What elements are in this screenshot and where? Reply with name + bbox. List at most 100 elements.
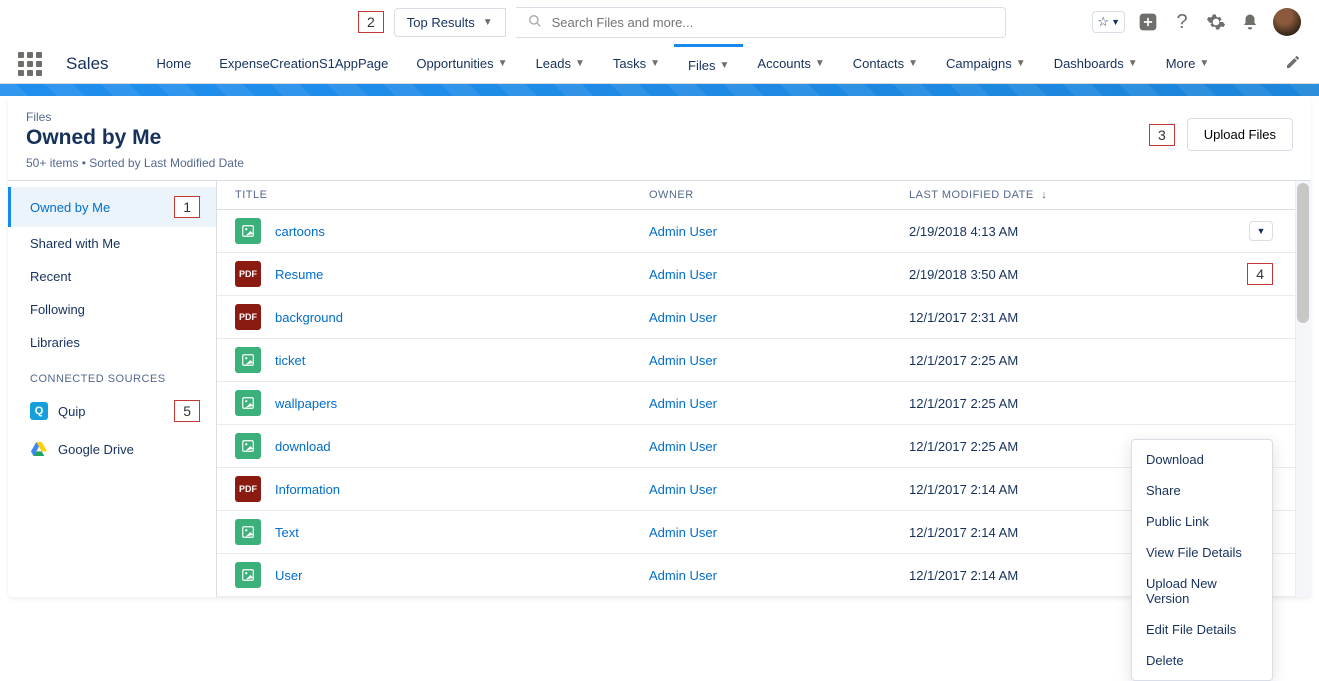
col-owner[interactable]: OWNER (649, 189, 909, 201)
nav-item-accounts[interactable]: Accounts▼ (743, 44, 838, 84)
owner-link[interactable]: Admin User (649, 525, 717, 540)
menu-item-public-link[interactable]: Public Link (1132, 506, 1272, 537)
image-icon (235, 519, 261, 545)
file-date: 2/19/2018 4:13 AM (909, 224, 1169, 239)
menu-item-edit-file-details[interactable]: Edit File Details (1132, 614, 1272, 645)
sidebar-item-libraries[interactable]: Libraries (8, 326, 216, 359)
col-title[interactable]: TITLE (229, 189, 649, 201)
pdf-icon: PDF (235, 304, 261, 330)
chevron-down-icon: ▼ (498, 58, 508, 69)
owner-link[interactable]: Admin User (649, 439, 717, 454)
table-row: PDFResumeAdmin User2/19/2018 3:50 AM4 (217, 253, 1311, 296)
menu-item-share[interactable]: Share (1132, 475, 1272, 506)
owner-link[interactable]: Admin User (649, 353, 717, 368)
global-search[interactable] (516, 7, 1006, 38)
menu-item-download[interactable]: Download (1132, 444, 1272, 475)
file-date: 12/1/2017 2:31 AM (909, 310, 1169, 325)
search-scope-selector[interactable]: Top Results ▼ (394, 8, 506, 37)
owner-link[interactable]: Admin User (649, 482, 717, 497)
app-nav: Sales HomeExpenseCreationS1AppPageOpport… (0, 44, 1319, 84)
owner-link[interactable]: Admin User (649, 224, 717, 239)
help-icon[interactable]: ? (1171, 11, 1193, 33)
file-title-link[interactable]: ticket (275, 353, 305, 368)
nav-item-tasks[interactable]: Tasks▼ (599, 44, 674, 84)
owner-link[interactable]: Admin User (649, 568, 717, 583)
image-icon (235, 562, 261, 588)
sidebar-item-following[interactable]: Following (8, 293, 216, 326)
favorites-button[interactable]: ☆ ▼ (1092, 11, 1125, 33)
owner-link[interactable]: Admin User (649, 267, 717, 282)
search-input[interactable] (552, 15, 993, 30)
nav-item-contacts[interactable]: Contacts▼ (839, 44, 932, 84)
menu-item-delete[interactable]: Delete (1132, 645, 1272, 676)
row-actions-button[interactable]: ▼ (1249, 221, 1273, 241)
owner-link[interactable]: Admin User (649, 310, 717, 325)
row-actions-menu: DownloadSharePublic LinkView File Detail… (1131, 439, 1273, 681)
sidebar-item-owned-by-me[interactable]: Owned by Me 1 (8, 187, 216, 227)
nav-item-campaigns[interactable]: Campaigns▼ (932, 44, 1040, 84)
top-bar: 2 Top Results ▼ ☆ ▼ ? (0, 0, 1319, 44)
file-title-link[interactable]: Text (275, 525, 299, 540)
app-launcher-icon[interactable] (18, 52, 42, 76)
file-title-link[interactable]: cartoons (275, 224, 325, 239)
file-title-link[interactable]: background (275, 310, 343, 325)
scrollbar[interactable] (1295, 181, 1311, 597)
sidebar-item-google-drive[interactable]: Google Drive (8, 431, 216, 467)
chevron-down-icon: ▼ (650, 58, 660, 69)
image-icon (235, 433, 261, 459)
menu-item-view-file-details[interactable]: View File Details (1132, 537, 1272, 568)
col-date[interactable]: LAST MODIFIED DATE ↓ (909, 189, 1169, 201)
owner-link[interactable]: Admin User (649, 396, 717, 411)
page-header: Files Owned by Me 50+ items • Sorted by … (8, 96, 1311, 180)
chevron-down-icon: ▼ (1016, 58, 1026, 69)
nav-item-expensecreations1apppage[interactable]: ExpenseCreationS1AppPage (205, 44, 402, 84)
nav-item-leads[interactable]: Leads▼ (522, 44, 599, 84)
breadcrumb: Files (26, 110, 1149, 124)
table-row: PDF background Admin User 12/1/2017 2:31 AM (217, 296, 1311, 339)
google-drive-icon (30, 440, 48, 458)
star-icon: ☆ (1097, 14, 1109, 30)
nav-item-dashboards[interactable]: Dashboards▼ (1040, 44, 1152, 84)
menu-item-upload-new-version[interactable]: Upload New Version (1132, 568, 1272, 614)
nav-item-opportunities[interactable]: Opportunities▼ (402, 44, 521, 84)
nav-item-home[interactable]: Home (143, 44, 206, 84)
file-title-link[interactable]: download (275, 439, 331, 454)
file-date: 12/1/2017 2:25 AM (909, 353, 1169, 368)
search-icon (528, 14, 542, 31)
upload-files-button[interactable]: Upload Files (1187, 118, 1293, 151)
chevron-down-icon: ▼ (575, 58, 585, 69)
file-date: 12/1/2017 2:14 AM (909, 482, 1169, 497)
chevron-down-icon: ▼ (1111, 17, 1120, 27)
chevron-down-icon: ▼ (720, 60, 730, 71)
chevron-down-icon: ▼ (1199, 58, 1209, 69)
image-icon (235, 347, 261, 373)
sidebar-item-recent[interactable]: Recent (8, 260, 216, 293)
callout-5: 5 (174, 400, 200, 422)
connected-sources-heading: CONNECTED SOURCES (8, 359, 216, 391)
page-container: Files Owned by Me 50+ items • Sorted by … (8, 96, 1311, 597)
file-title-link[interactable]: User (275, 568, 302, 583)
file-title-link[interactable]: Resume (275, 267, 323, 282)
file-date: 12/1/2017 2:14 AM (909, 568, 1169, 583)
add-button[interactable] (1137, 11, 1159, 33)
file-date: 12/1/2017 2:25 AM (909, 396, 1169, 411)
notification-bell-icon[interactable] (1239, 11, 1261, 33)
sort-down-icon: ↓ (1041, 189, 1047, 201)
table-row: wallpapers Admin User 12/1/2017 2:25 AM (217, 382, 1311, 425)
chevron-down-icon: ▼ (483, 17, 493, 28)
callout-1: 1 (174, 196, 200, 218)
pdf-icon: PDF (235, 476, 261, 502)
image-icon (235, 390, 261, 416)
edit-nav-icon[interactable] (1285, 54, 1301, 73)
table-row: ticket Admin User 12/1/2017 2:25 AM (217, 339, 1311, 382)
global-utilities: ☆ ▼ ? (1092, 8, 1301, 36)
nav-item-files[interactable]: Files▼ (674, 44, 743, 84)
file-title-link[interactable]: wallpapers (275, 396, 337, 411)
file-title-link[interactable]: Information (275, 482, 340, 497)
nav-item-more[interactable]: More▼ (1152, 44, 1224, 84)
chevron-down-icon: ▼ (815, 58, 825, 69)
user-avatar[interactable] (1273, 8, 1301, 36)
sidebar-item-shared-with-me[interactable]: Shared with Me (8, 227, 216, 260)
setup-gear-icon[interactable] (1205, 11, 1227, 33)
sidebar-item-quip[interactable]: QQuip5 (8, 391, 216, 431)
